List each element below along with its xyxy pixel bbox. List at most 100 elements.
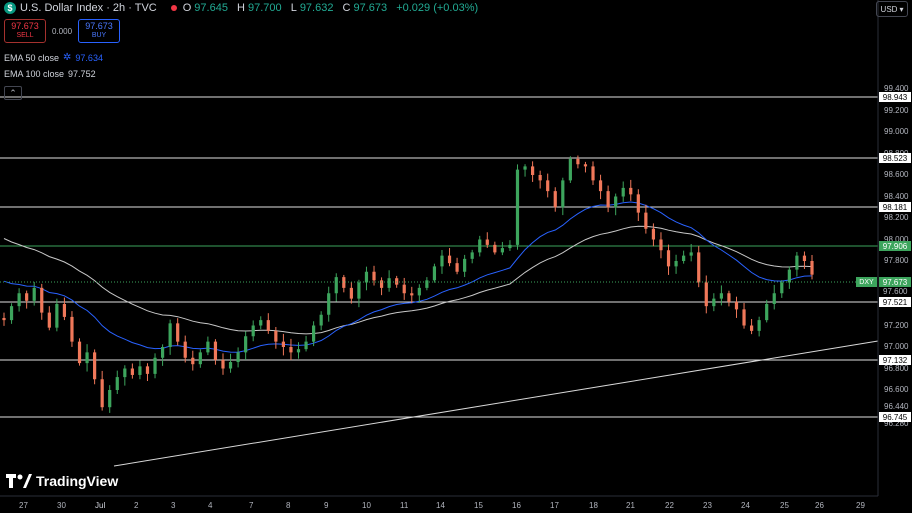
level-label: 97.906 (879, 241, 911, 251)
candle-body (810, 261, 814, 275)
settings-gear-icon[interactable]: ✲ (63, 52, 71, 63)
candle-body (176, 323, 180, 342)
candle-body (561, 180, 565, 208)
price-change: +0.029 (+0.03%) (396, 2, 479, 14)
candle-body (765, 304, 769, 321)
collapse-indicators-button[interactable]: ⌃ (4, 86, 22, 100)
level-label: 98.523 (879, 153, 911, 163)
candle-body (206, 341, 210, 353)
time-axis-tick: 30 (57, 501, 66, 510)
candle-body (25, 293, 29, 301)
candle-body (138, 366, 142, 375)
candle-body (682, 255, 686, 261)
candle-body (85, 352, 89, 364)
current-price-tag: 97.673 (879, 277, 911, 287)
candle-body (410, 293, 414, 296)
level-label: 98.181 (879, 202, 911, 212)
candle-body (651, 228, 656, 240)
candle-body (130, 368, 134, 375)
candle-body (183, 341, 187, 358)
candle-body (379, 280, 384, 288)
time-axis-tick: 2 (134, 501, 139, 510)
candle-body (598, 180, 603, 192)
time-axis-tick: 15 (474, 501, 483, 510)
tradingview-logo-icon (6, 474, 32, 488)
indicator-ema50[interactable]: EMA 50 close ✲ 97.634 (4, 52, 103, 63)
candle-body (802, 255, 807, 261)
candle-body (62, 304, 67, 317)
price-axis-tick: 97.000 (884, 342, 909, 351)
candle-body (47, 312, 51, 328)
candle-body (228, 362, 233, 369)
candle-body (734, 301, 739, 310)
candle-body (704, 282, 708, 307)
candle-body (772, 293, 776, 304)
candle-body (689, 252, 693, 256)
time-axis-tick: 7 (249, 501, 254, 510)
price-chart[interactable] (0, 0, 912, 513)
time-axis-tick: 4 (208, 501, 213, 510)
candle-body (757, 320, 761, 331)
candles (2, 155, 814, 413)
candle-body (742, 309, 746, 326)
symbol-title[interactable]: U.S. Dollar Index · 2h · TVC (20, 2, 157, 14)
tradingview-logo[interactable]: TradingView (6, 473, 118, 489)
indicator-ema100[interactable]: EMA 100 close 97.752 (4, 69, 96, 79)
candle-body (621, 187, 625, 197)
candle-body (553, 191, 557, 208)
candle-body (749, 325, 754, 331)
candle-body (440, 255, 444, 267)
candle-body (168, 323, 172, 347)
candle-body (636, 194, 640, 213)
candle-body (387, 278, 391, 288)
time-axis-tick: 9 (324, 501, 329, 510)
currency-selector[interactable]: USD ▾ (876, 1, 908, 17)
candle-body (568, 158, 572, 181)
candle-body (334, 277, 338, 294)
candle-body (327, 293, 331, 315)
candle-body (500, 248, 504, 253)
candle-body (470, 252, 474, 259)
candle-body (100, 379, 104, 408)
candle-body (515, 169, 520, 245)
candle-body (606, 191, 610, 208)
candle-body (145, 366, 150, 374)
candle-body (546, 180, 550, 192)
candle-body (463, 258, 467, 272)
candle-body (123, 368, 127, 378)
time-axis-tick: 8 (286, 501, 291, 510)
candle-body (795, 255, 799, 270)
candle-body (402, 284, 406, 294)
candle-body (395, 278, 399, 285)
time-axis-tick: 25 (780, 501, 789, 510)
price-axis-tick: 98.200 (884, 213, 909, 222)
candle-body (296, 349, 301, 353)
time-axis-tick: 21 (626, 501, 635, 510)
candle-body (538, 175, 542, 181)
candle-body (727, 293, 731, 302)
candle-body (191, 357, 195, 365)
buy-button[interactable]: 97.673 BUY (78, 19, 121, 43)
level-label: 97.132 (879, 355, 911, 365)
sell-button[interactable]: 97.673 SELL (4, 19, 46, 43)
candle-body (289, 347, 293, 353)
time-axis-tick: 11 (400, 501, 409, 510)
price-axis-tick: 97.200 (884, 320, 909, 330)
candle-body (447, 255, 452, 264)
time-axis-tick: 18 (589, 501, 598, 510)
candle-body (2, 317, 6, 321)
candle-body (108, 390, 112, 408)
candle-body (160, 347, 165, 358)
market-status-dot (170, 5, 177, 11)
price-axis-tick: 98.400 (884, 191, 909, 201)
candle-body (70, 316, 74, 342)
candle-body (349, 287, 353, 299)
candle-body (591, 166, 595, 181)
price-axis-tick: 97.800 (884, 256, 909, 265)
symbol-price-tag: DXY (856, 277, 877, 287)
level-label: 98.943 (879, 92, 911, 102)
candle-body (93, 352, 97, 380)
candle-body (455, 263, 459, 272)
candle-body (372, 271, 376, 281)
candle-body (319, 314, 323, 326)
